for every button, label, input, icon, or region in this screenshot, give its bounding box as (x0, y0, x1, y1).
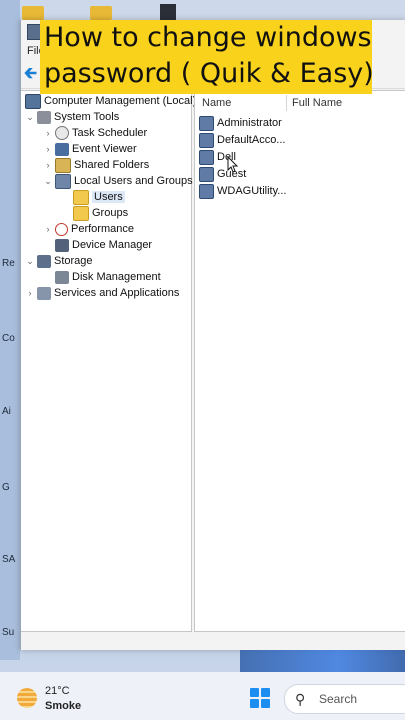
tree-item-label: Users (92, 191, 125, 203)
chevron-right-icon[interactable]: › (25, 288, 35, 298)
tools-icon (37, 110, 51, 124)
tree-item-label: Computer Management (Local) (44, 95, 197, 107)
computer-icon (25, 93, 41, 109)
tree-item-services-and-applications[interactable]: › Services and Applications (25, 285, 179, 301)
tree-item-computer-management[interactable]: Computer Management (Local) (23, 93, 196, 109)
chevron-down-icon[interactable]: ⌄ (25, 112, 35, 123)
event-viewer-icon (55, 142, 69, 156)
tree-item-users[interactable]: Users (71, 189, 125, 205)
chevron-right-icon[interactable]: › (43, 128, 53, 138)
tree-item-label: System Tools (54, 111, 120, 123)
column-divider[interactable] (286, 95, 287, 111)
device-manager-icon (55, 238, 69, 252)
tree-item-event-viewer[interactable]: › Event Viewer (43, 141, 137, 157)
taskbar: 21°C Smoke ⚲ Search (0, 672, 405, 720)
desktop-left-edge: Re Co Ai G SA Su (0, 0, 20, 660)
user-row-administrator[interactable]: Administrator (199, 115, 282, 131)
tree-item-label: Storage (54, 255, 93, 267)
user-name: Administrator (217, 117, 282, 129)
user-icon (199, 183, 214, 199)
folder-icon (73, 189, 89, 205)
user-icon (199, 115, 214, 131)
mouse-cursor-icon (227, 156, 239, 173)
weather-temperature[interactable]: 21°C (45, 685, 70, 697)
chevron-down-icon[interactable]: ⌄ (43, 176, 53, 187)
tree-item-label: Device Manager (72, 239, 153, 251)
folder-icon[interactable] (90, 6, 112, 20)
console-tree: Computer Management (Local) ⌄ System Too… (21, 90, 196, 632)
desktop-label-fragment: G (2, 482, 10, 493)
search-icon: ⚲ (295, 691, 306, 707)
tree-item-groups[interactable]: Groups (71, 205, 128, 221)
user-row-wdagutility[interactable]: WDAGUtility... (199, 183, 286, 199)
clock-icon (55, 126, 69, 140)
taskbar-search-box[interactable]: ⚲ Search (284, 684, 405, 714)
user-row-guest[interactable]: Guest (199, 166, 246, 182)
tree-item-label: Shared Folders (74, 159, 150, 171)
user-icon (199, 149, 214, 165)
tree-item-storage[interactable]: ⌄ Storage (25, 253, 93, 269)
caption-line-2: password ( Quik & Easy) (44, 58, 374, 89)
services-icon (37, 286, 51, 300)
caption-line-1: How to change windows (44, 22, 372, 53)
tree-item-label: Local Users and Groups (74, 175, 193, 187)
chevron-right-icon[interactable]: › (43, 224, 53, 234)
users-icon (55, 173, 71, 189)
tree-item-label: Groups (92, 207, 129, 219)
tree-item-shared-folders[interactable]: › Shared Folders (43, 157, 149, 173)
desktop-label-fragment: Su (2, 627, 15, 638)
back-arrow-icon[interactable]: 🡰 (24, 66, 37, 82)
windows-start-icon[interactable] (250, 688, 270, 708)
user-name: DefaultAcco... (217, 134, 286, 146)
user-icon (199, 132, 214, 148)
tree-item-performance[interactable]: › Performance (43, 221, 134, 237)
tree-item-label: Task Scheduler (72, 127, 148, 139)
desktop-label-fragment: Re (2, 258, 15, 269)
tree-item-label: Disk Management (72, 271, 161, 283)
user-icon (199, 166, 214, 182)
chevron-down-icon[interactable]: ⌄ (25, 256, 35, 267)
users-list-pane: Name Full Name Administrator DefaultAcco… (194, 90, 405, 632)
desktop-label-fragment: Ai (2, 406, 11, 417)
column-header-full-name[interactable]: Full Name (292, 97, 342, 109)
tree-item-task-scheduler[interactable]: › Task Scheduler (43, 125, 147, 141)
tree-item-local-users-and-groups[interactable]: ⌄ Local Users and Groups (43, 173, 193, 189)
disk-icon (55, 270, 69, 284)
shared-folder-icon (55, 157, 71, 173)
storage-icon (37, 254, 51, 268)
search-placeholder: Search (319, 692, 358, 706)
performance-icon (55, 222, 68, 236)
chevron-right-icon[interactable]: › (43, 160, 53, 170)
folder-icon (73, 205, 89, 221)
tree-item-label: Performance (71, 223, 134, 235)
desktop-label-fragment: SA (2, 554, 16, 565)
tree-item-disk-management[interactable]: Disk Management (53, 269, 161, 285)
user-name: WDAGUtility... (217, 185, 287, 197)
computer-management-window: File 🡰 Computer Management (Local) ⌄ Sys… (20, 20, 405, 650)
desktop-icon-strip (20, 0, 405, 22)
user-row-defaultaccount[interactable]: DefaultAcco... (199, 132, 285, 148)
tree-item-label: Services and Applications (54, 287, 180, 299)
desktop-label-fragment: Co (2, 333, 15, 344)
desktop-wallpaper-fragment (240, 650, 405, 674)
tree-item-label: Event Viewer (72, 143, 137, 155)
folder-icon[interactable] (22, 6, 44, 20)
weather-haze-icon[interactable] (17, 688, 37, 708)
column-header-name[interactable]: Name (202, 97, 231, 109)
tree-item-device-manager[interactable]: Device Manager (53, 237, 152, 253)
weather-condition[interactable]: Smoke (45, 700, 81, 712)
video-caption-overlay: How to change windows password ( Quik & … (40, 20, 374, 94)
chevron-right-icon[interactable]: › (43, 144, 53, 154)
tree-item-system-tools[interactable]: ⌄ System Tools (25, 109, 119, 125)
